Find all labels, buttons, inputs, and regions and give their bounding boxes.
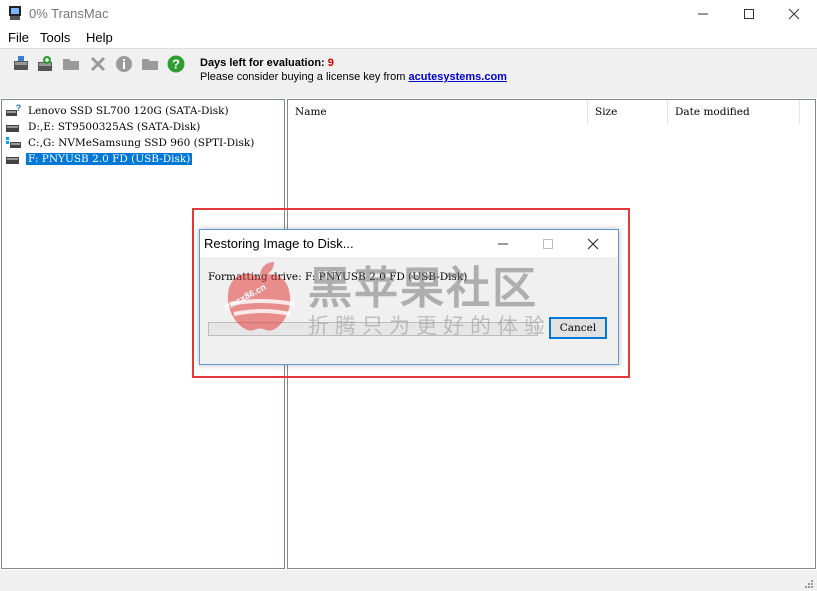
info-icon[interactable] [115, 55, 133, 73]
help-icon[interactable]: ? [167, 55, 185, 73]
disk-label: Lenovo SSD SL700 120G (SATA-Disk) [28, 104, 229, 117]
disk-label: F: PNYUSB 2.0 FD (USB-Disk) [26, 152, 193, 165]
dialog-maximize-button [528, 230, 568, 257]
menu-bar: File Tools Help [0, 28, 817, 48]
disk-item-st9500[interactable]: D:,E: ST9500325AS (SATA-Disk) [6, 119, 202, 134]
restore-image-icon[interactable] [36, 55, 54, 73]
new-folder-icon[interactable] [141, 55, 159, 73]
cancel-button[interactable]: Cancel [549, 317, 607, 339]
minimize-icon [698, 13, 708, 15]
maximize-icon [543, 238, 553, 249]
close-button[interactable] [771, 0, 817, 28]
toolbar: ? Days left for evaluation: 9 Please con… [0, 48, 817, 98]
column-header-name[interactable]: Name [288, 100, 588, 124]
transmac-app-icon [9, 6, 21, 20]
open-disk-icon[interactable] [12, 55, 30, 73]
column-header-date-modified[interactable]: Date modified [668, 100, 800, 124]
minimize-button[interactable] [680, 0, 726, 28]
minimize-icon [498, 243, 508, 244]
disk-item-pnyusb[interactable]: F: PNYUSB 2.0 FD (USB-Disk) [6, 151, 193, 166]
resize-grip-icon[interactable] [804, 579, 814, 589]
disk-label: C:,G: NVMeSamsung SSD 960 (SPTI-Disk) [28, 136, 255, 149]
disk-item-lenovo[interactable]: ? Lenovo SSD SL700 120G (SATA-Disk) [6, 103, 231, 118]
column-header-size[interactable]: Size [588, 100, 668, 124]
restore-progress-bar [208, 322, 538, 336]
delete-icon[interactable] [89, 55, 107, 73]
usb-disk-icon [6, 157, 19, 164]
folder-icon[interactable] [62, 55, 80, 73]
evaluation-label: Days left for evaluation: [200, 57, 325, 69]
status-bar [0, 570, 817, 591]
window-title: 0% TransMac [29, 6, 109, 21]
maximize-button[interactable] [726, 0, 772, 28]
maximize-icon [744, 9, 754, 19]
dialog-close-button[interactable] [573, 230, 613, 257]
evaluation-notice: Days left for evaluation: 9 [200, 57, 334, 69]
disk-label: D:,E: ST9500325AS (SATA-Disk) [28, 120, 201, 133]
windows-disk-icon [6, 137, 21, 148]
dialog-status-text: Formatting drive: F: PNYUSB 2.0 FD (USB-… [208, 271, 468, 283]
license-text: Please consider buying a license key fro… [200, 71, 406, 83]
ssd-question-icon: ? [6, 104, 21, 116]
dialog-title-bar: Restoring Image to Disk... [200, 230, 618, 257]
title-bar: 0% TransMac [0, 0, 817, 28]
close-icon [587, 238, 599, 249]
svg-text:?: ? [172, 57, 180, 72]
dialog-title: Restoring Image to Disk... [204, 236, 354, 251]
license-link[interactable]: acutesystems.com [409, 71, 507, 83]
menu-tools[interactable]: Tools [40, 30, 70, 45]
hard-disk-icon [6, 125, 19, 132]
restore-progress-dialog: Restoring Image to Disk... Formatting dr… [199, 229, 619, 365]
close-icon [788, 8, 800, 20]
menu-help[interactable]: Help [86, 30, 113, 45]
license-notice: Please consider buying a license key fro… [200, 71, 507, 83]
svg-text:?: ? [16, 104, 21, 113]
disk-item-samsung[interactable]: C:,G: NVMeSamsung SSD 960 (SPTI-Disk) [6, 135, 256, 150]
dialog-minimize-button[interactable] [483, 230, 523, 257]
evaluation-days: 9 [327, 57, 334, 69]
menu-file[interactable]: File [8, 30, 29, 45]
